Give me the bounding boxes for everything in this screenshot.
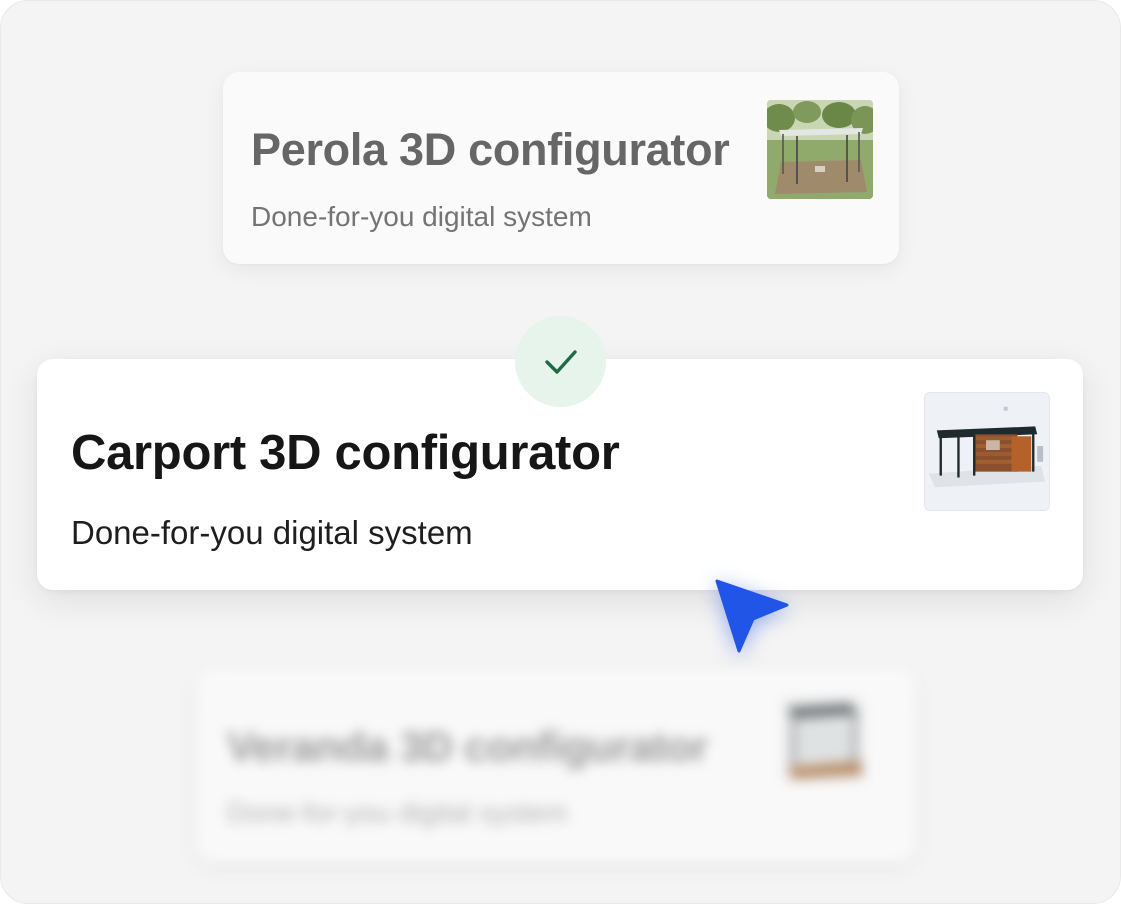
configurator-showcase: Perola 3D configurator Done-for-you digi…: [0, 0, 1121, 904]
card-title: Veranda 3D configurator: [227, 723, 708, 770]
card-subtitle: Done-for-you digital system: [227, 797, 568, 828]
configurator-card-veranda[interactable]: Veranda 3D configurator Done-for-you dig…: [197, 669, 915, 861]
card-title: Perola 3D configurator: [251, 124, 730, 175]
selected-check-badge: [515, 316, 606, 407]
veranda-thumbnail: [781, 695, 865, 783]
card-subtitle: Done-for-you digital system: [251, 201, 592, 232]
cursor-arrow-icon: [707, 573, 797, 659]
carport-thumbnail: [924, 392, 1050, 511]
card-title: Carport 3D configurator: [71, 426, 620, 480]
configurator-card-perola[interactable]: Perola 3D configurator Done-for-you digi…: [223, 72, 899, 264]
pergola-thumbnail: [767, 100, 873, 199]
card-subtitle: Done-for-you digital system: [71, 514, 473, 551]
checkmark-icon: [544, 349, 577, 374]
